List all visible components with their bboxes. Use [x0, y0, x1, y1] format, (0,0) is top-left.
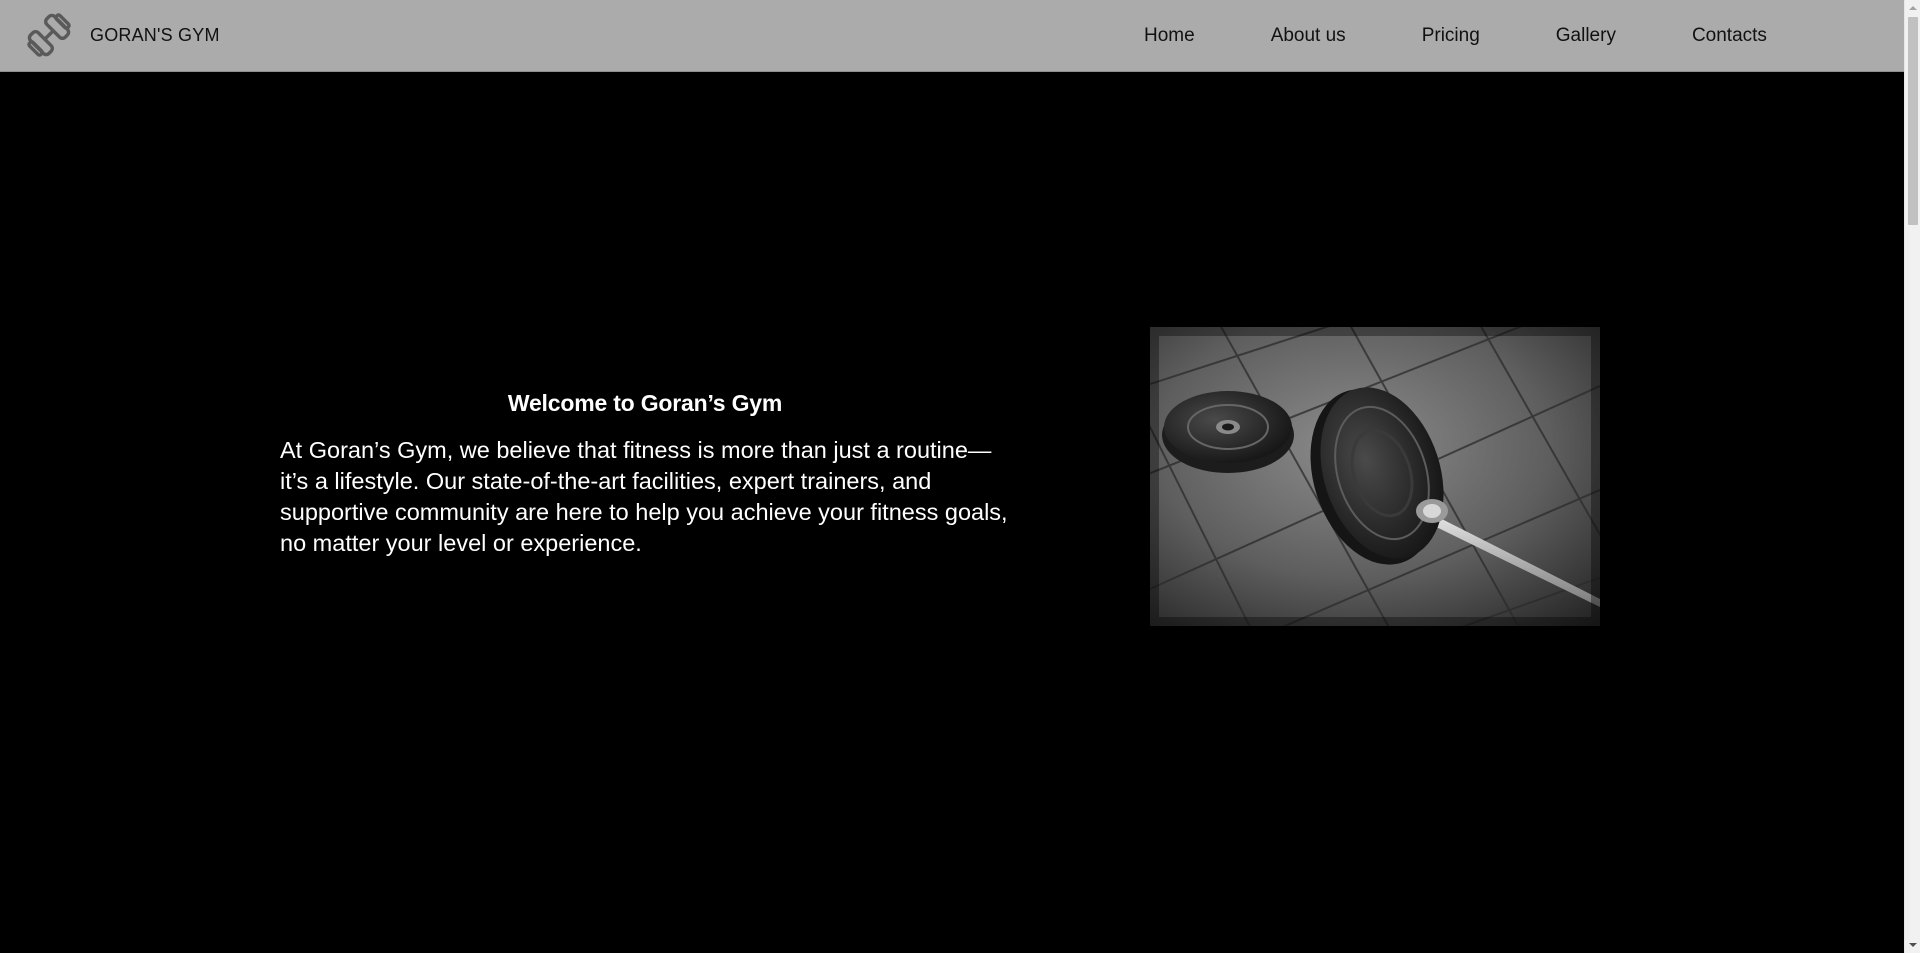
dumbbell-logo-icon — [27, 13, 71, 57]
scroll-thumb[interactable] — [1908, 17, 1918, 225]
hero-text: Welcome to Goran’s Gym At Goran’s Gym, w… — [280, 390, 1010, 559]
nav-gallery[interactable]: Gallery — [1556, 25, 1616, 47]
vertical-scrollbar[interactable] — [1904, 0, 1920, 953]
barbell-on-gym-floor-photo — [1150, 327, 1600, 626]
main-nav: Home About us Pricing Gallery Contacts — [1144, 0, 1767, 72]
scroll-down-arrow-icon[interactable] — [1905, 937, 1920, 953]
navbar: GORAN'S GYM Home About us Pricing Galler… — [0, 0, 1904, 72]
hero-title: Welcome to Goran’s Gym — [507, 390, 783, 416]
nav-pricing[interactable]: Pricing — [1422, 25, 1480, 47]
nav-home[interactable]: Home — [1144, 25, 1195, 47]
nav-about-us[interactable]: About us — [1271, 25, 1346, 47]
brand-link[interactable]: GORAN'S GYM — [26, 12, 220, 58]
hero-description: At Goran’s Gym, we believe that fitness … — [280, 437, 1008, 556]
page: GORAN'S GYM Home About us Pricing Galler… — [0, 0, 1920, 953]
brand-name: GORAN'S GYM — [90, 24, 220, 45]
scroll-up-arrow-icon[interactable] — [1905, 0, 1920, 16]
nav-contacts[interactable]: Contacts — [1692, 25, 1767, 47]
